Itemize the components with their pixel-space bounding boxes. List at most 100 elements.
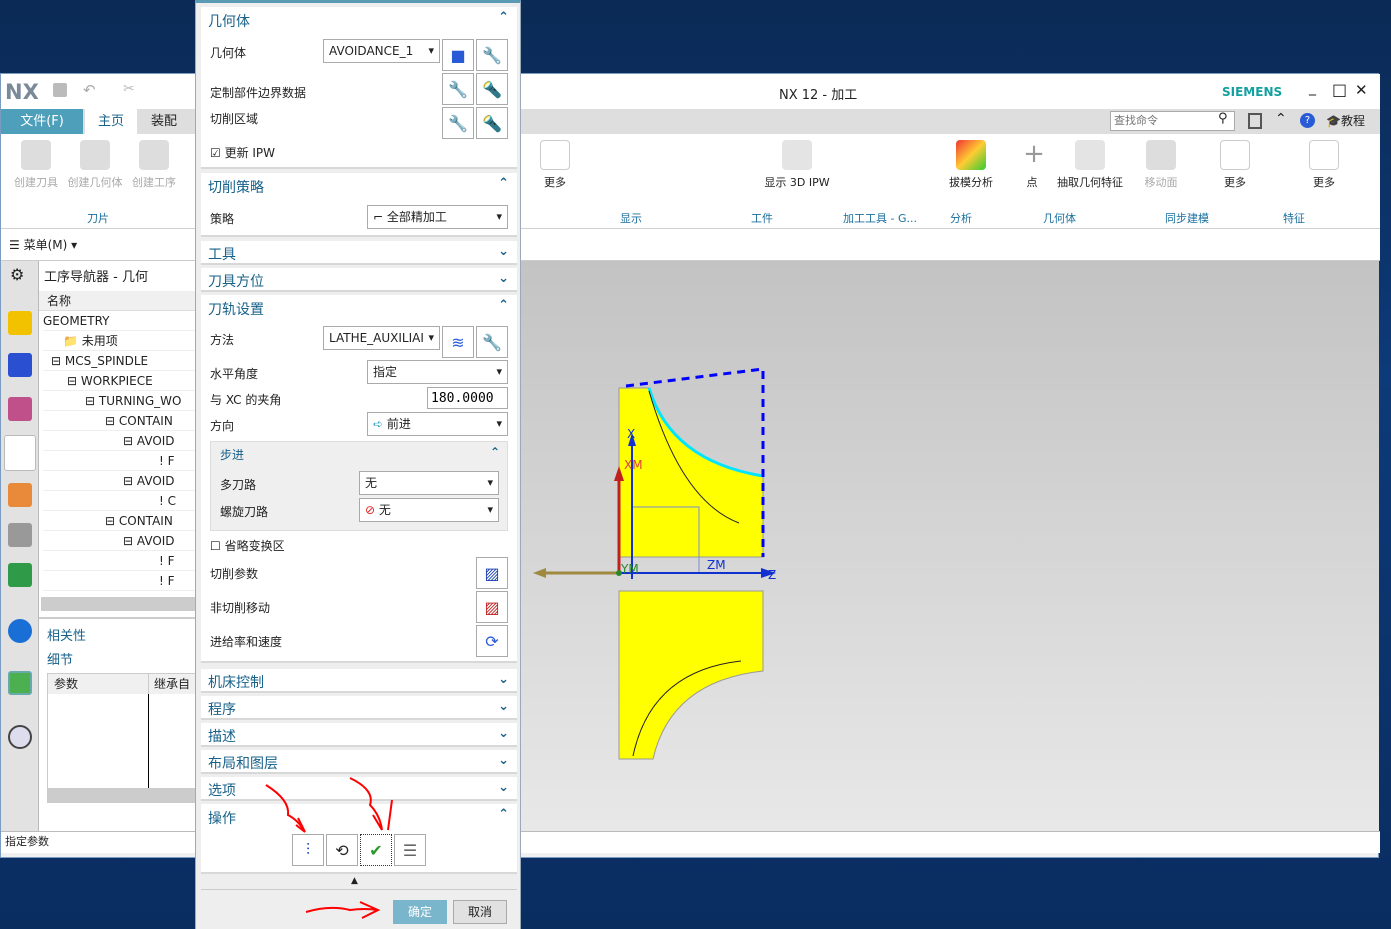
undo-icon[interactable]: ↶: [83, 81, 96, 99]
options-section[interactable]: 选项 ⌄: [201, 777, 517, 801]
cancel-button[interactable]: 取消: [453, 900, 507, 924]
menu-button[interactable]: ☰ 菜单(M) ▾: [9, 236, 77, 253]
update-ipw-checkbox[interactable]: ☑ 更新 IPW: [210, 144, 275, 161]
column-name-header[interactable]: 名称: [39, 291, 196, 311]
assembly-navigator-icon[interactable]: [8, 311, 32, 335]
dependencies-panel-header[interactable]: 相关性: [47, 625, 86, 644]
chevron-up-icon[interactable]: ⌃: [498, 298, 509, 313]
tree-node-operation[interactable]: ! F: [43, 551, 196, 571]
chevron-down-icon[interactable]: ⌄: [498, 753, 509, 768]
edit-geometry-wrench-icon[interactable]: 🔧: [476, 39, 508, 71]
new-geometry-button[interactable]: ■: [442, 39, 474, 71]
part-navigator-icon[interactable]: [8, 397, 32, 421]
strategy-section-header[interactable]: 切削策略: [208, 177, 264, 197]
generate-toolpath-button[interactable]: ⫶: [292, 834, 324, 866]
cut-icon[interactable]: ✂: [123, 81, 135, 97]
tool-section-header[interactable]: 工具: [208, 244, 236, 264]
move-face-button[interactable]: 移动面: [1141, 140, 1181, 190]
tree-node-containment[interactable]: ⊟ CONTAIN: [43, 411, 196, 431]
actions-header[interactable]: 操作: [208, 808, 236, 828]
details-panel-header[interactable]: 细节: [47, 649, 73, 668]
geometry-section-header[interactable]: 几何体: [208, 11, 250, 31]
save-icon[interactable]: [53, 83, 67, 97]
chevron-down-icon[interactable]: ⌄: [498, 699, 509, 714]
close-button[interactable]: ✕: [1355, 81, 1368, 99]
tree-node-workpiece[interactable]: ⊟ WORKPIECE: [43, 371, 196, 391]
help-icon[interactable]: ?: [1300, 113, 1315, 128]
xc-angle-input[interactable]: [427, 387, 508, 409]
display-flashlight-icon[interactable]: 🔦: [476, 73, 508, 105]
chevron-up-icon[interactable]: ⌃: [490, 445, 500, 459]
machining-feature-icon[interactable]: [8, 523, 32, 547]
extract-geometry-button[interactable]: 抽取几何特征: [1053, 140, 1127, 190]
tree-node-avoidance[interactable]: ⊟ AVOID: [43, 431, 196, 451]
chevron-down-icon[interactable]: ⌄: [498, 780, 509, 795]
non-cutting-moves-button[interactable]: ▨: [476, 591, 508, 623]
param-column-header[interactable]: 参数: [48, 674, 148, 694]
more-button-1[interactable]: 更多: [536, 140, 574, 190]
chevron-down-icon[interactable]: ⌄: [498, 672, 509, 687]
tree-node-unused[interactable]: 📁 未用项: [43, 331, 196, 351]
tutorial-link[interactable]: 🎓教程: [1326, 112, 1365, 129]
chevron-up-icon[interactable]: ⌃: [498, 10, 509, 25]
section-header[interactable]: 选项: [208, 780, 236, 800]
chevron-up-icon[interactable]: ⌃: [498, 807, 509, 822]
create-operation-button[interactable]: 创建工序: [129, 140, 179, 190]
inherited-column-header[interactable]: 继承自: [148, 674, 197, 694]
chevron-down-icon[interactable]: ⌄: [498, 271, 509, 286]
section-header[interactable]: 机床控制: [208, 672, 264, 692]
more-button-3[interactable]: 更多: [1305, 140, 1343, 190]
new-method-button[interactable]: ≋: [442, 326, 474, 358]
operation-navigator-icon[interactable]: [4, 435, 36, 471]
constraint-navigator-icon[interactable]: [8, 353, 32, 377]
details-scrollbar[interactable]: [48, 788, 197, 802]
maximize-button[interactable]: □: [1332, 80, 1347, 99]
layout-layers-section[interactable]: 布局和图层 ⌄: [201, 750, 517, 774]
search-icon[interactable]: ⚲: [1218, 111, 1228, 126]
verify-toolpath-button[interactable]: ✔: [360, 834, 392, 866]
tab-file[interactable]: 文件(F): [1, 109, 83, 134]
show-3d-ipw-button[interactable]: 显示 3D IPW: [763, 140, 831, 190]
ok-button[interactable]: 确定: [393, 900, 447, 924]
web-browser-icon[interactable]: [8, 671, 32, 695]
tree-node-avoidance[interactable]: ⊟ AVOID: [43, 471, 196, 491]
machine-tool-navigator-icon[interactable]: [8, 483, 32, 507]
tree-node-containment[interactable]: ⊟ CONTAIN: [43, 511, 196, 531]
level-angle-dropdown[interactable]: 指定: [367, 360, 508, 384]
minimize-button[interactable]: _: [1309, 80, 1316, 96]
description-section[interactable]: 描述 ⌄: [201, 723, 517, 747]
omit-transition-checkbox[interactable]: ☐ 省略变换区: [210, 537, 285, 554]
tree-node-operation[interactable]: ! F: [43, 571, 196, 591]
strategy-dropdown[interactable]: ⌐ 全部精加工: [367, 205, 508, 229]
create-tool-button[interactable]: 创建刀具: [11, 140, 61, 190]
cut-region-flashlight-icon[interactable]: 🔦: [476, 107, 508, 139]
custom-boundary-wrench-icon[interactable]: 🔧: [442, 73, 474, 105]
tab-assembly[interactable]: 装配: [139, 109, 189, 134]
tree-node-mcs-spindle[interactable]: ⊟ MCS_SPINDLE: [43, 351, 196, 371]
chevron-down-icon[interactable]: ⌄: [498, 244, 509, 259]
history-clock-icon[interactable]: [8, 725, 32, 749]
section-header[interactable]: 程序: [208, 699, 236, 719]
settings-icon[interactable]: ⚙: [10, 265, 24, 284]
tool-section[interactable]: 工具 ⌄: [201, 241, 517, 265]
section-header[interactable]: 布局和图层: [208, 753, 278, 773]
cut-region-wrench-icon[interactable]: 🔧: [442, 107, 474, 139]
section-header[interactable]: 描述: [208, 726, 236, 746]
navigator-horizontal-scrollbar[interactable]: [41, 597, 196, 611]
more-button-2[interactable]: 更多: [1216, 140, 1254, 190]
info-icon[interactable]: [8, 619, 32, 643]
tree-node-turning-workpiece[interactable]: ⊟ TURNING_WO: [43, 391, 196, 411]
create-geometry-button[interactable]: 创建几何体: [65, 140, 125, 190]
window-mode-icon[interactable]: [1248, 113, 1262, 129]
reuse-library-icon[interactable]: [8, 563, 32, 587]
tree-node-avoidance[interactable]: ⊟ AVOID: [43, 531, 196, 551]
tree-node-operation[interactable]: ! C: [43, 491, 196, 511]
machine-control-section[interactable]: 机床控制 ⌄: [201, 669, 517, 693]
cut-params-button[interactable]: ▨: [476, 557, 508, 589]
collapse-ribbon-icon[interactable]: ⌃: [1275, 111, 1287, 127]
tree-node-operation[interactable]: ! F: [43, 451, 196, 471]
tool-orientation-header[interactable]: 刀具方位: [208, 271, 264, 291]
direction-dropdown[interactable]: ➪ 前进: [367, 412, 508, 436]
feeds-speeds-button[interactable]: ⟳: [476, 625, 508, 657]
multiple-passes-dropdown[interactable]: 无: [359, 471, 499, 495]
